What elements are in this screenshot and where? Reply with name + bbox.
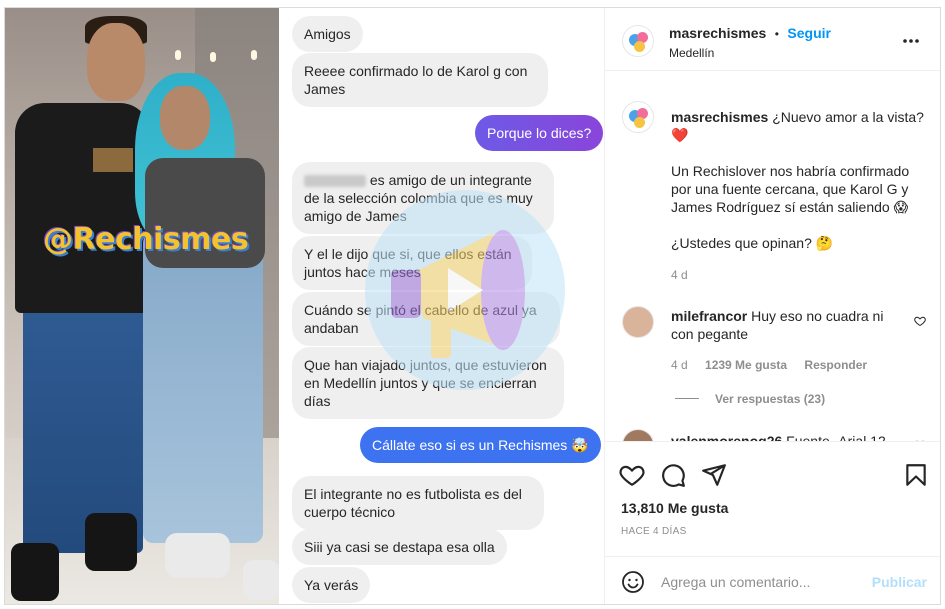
publish-button[interactable]: Publicar <box>872 574 927 590</box>
add-comment-bar: Agrega un comentario... Publicar <box>605 556 940 604</box>
post-frame: @Rechismes Amigos Reeee confirmado lo de… <box>4 7 941 605</box>
caption-line-1: masrechismes ¿Nuevo amor a la vista? ❤️ <box>671 109 924 143</box>
chat-bubble-incoming: Cuándo se pintó el cabello de azul ya an… <box>292 292 560 346</box>
chat-bubble-incoming: Ya verás <box>292 567 371 603</box>
ceiling-light <box>175 50 181 60</box>
chat-bubble-incoming: Reeee confirmado lo de Karol g con James <box>292 53 548 107</box>
chat-screenshot: Amigos Reeee confirmado lo de Karol g co… <box>279 8 604 604</box>
post-location[interactable]: Medellín <box>669 46 714 60</box>
like-heart-icon[interactable] <box>619 462 645 488</box>
chat-bubble-incoming: Siii ya casi se destapa esa olla <box>292 529 507 565</box>
ceiling-light <box>251 50 257 60</box>
post-sidebar: masrechismes • Seguir Medellín masrechis… <box>604 8 940 604</box>
shirt-logo <box>93 148 133 172</box>
follow-button[interactable]: Seguir <box>787 25 831 41</box>
woman-face <box>160 86 210 150</box>
man-shoe <box>85 513 137 571</box>
view-replies-button[interactable]: Ver respuestas (23) <box>715 392 825 406</box>
post-photo: @Rechismes <box>5 8 279 604</box>
caption-avatar[interactable] <box>622 101 654 133</box>
comment-likes[interactable]: 1239 Me gusta <box>705 358 787 372</box>
man-shirt <box>15 103 150 313</box>
comment-username[interactable]: valenmorenoq26 <box>671 433 782 441</box>
share-send-icon[interactable] <box>701 462 727 488</box>
replies-divider <box>675 398 699 399</box>
post-timestamp: HACE 4 DÍAS <box>621 526 687 537</box>
chat-bubble-outgoing: Cállate eso si es un Rechismes 🤯 <box>360 427 601 463</box>
redacted-name <box>304 175 366 188</box>
save-bookmark-icon[interactable] <box>903 462 929 488</box>
more-options-icon[interactable] <box>902 38 920 44</box>
comment-input[interactable]: Agrega un comentario... <box>661 574 810 590</box>
avatar[interactable] <box>622 25 654 57</box>
separator-dot: • <box>774 27 779 41</box>
like-comment-heart-icon[interactable] <box>914 315 926 327</box>
caption-time[interactable]: 4 d <box>671 268 688 282</box>
woman-shoe <box>165 533 230 578</box>
chat-bubble-outgoing: Porque lo dices? <box>475 115 604 151</box>
caption-line-2: Un Rechislover nos habría confirmado por… <box>671 163 910 215</box>
comments-list: masrechismes ¿Nuevo amor a la vista? ❤️ … <box>605 71 940 441</box>
emoji-icon[interactable] <box>621 570 645 594</box>
post-actions: 13,810 Me gusta HACE 4 DÍAS <box>605 441 940 556</box>
chat-bubble-incoming: El integrante no es futbolista es del cu… <box>292 476 544 530</box>
chat-bubble-incoming: Y el le dijo que si, que ellos están jun… <box>292 236 532 290</box>
chat-bubble-incoming: Amigos <box>292 16 363 52</box>
caption-line-3: ¿Ustedes que opinan? 🤔 <box>671 235 834 251</box>
comment-username[interactable]: milefrancor <box>671 308 747 324</box>
woman-overalls <box>143 233 263 543</box>
comment-text: milefrancor Huy eso no cuadra ni con peg… <box>671 308 884 342</box>
post-header: masrechismes • Seguir Medellín <box>605 8 940 71</box>
commenter-avatar[interactable] <box>622 429 654 441</box>
likes-count[interactable]: 13,810 Me gusta <box>621 500 728 516</box>
caption-username[interactable]: masrechismes <box>671 109 768 125</box>
reply-button[interactable]: Responder <box>804 358 867 372</box>
comment-text: valenmorenoq26 Fuente -Arial 12 <box>671 432 903 441</box>
chat-bubble-incoming: Que han viajado juntos, que estuvieron e… <box>292 347 564 419</box>
chat-bubble-incoming: es amigo de un integrante de la selecció… <box>292 162 554 234</box>
man-shoe <box>11 543 59 601</box>
ceiling-light <box>210 52 216 62</box>
woman-shoe <box>243 560 279 600</box>
commenter-avatar[interactable] <box>622 306 654 338</box>
comment-time[interactable]: 4 d <box>671 358 688 372</box>
post-username[interactable]: masrechismes <box>669 25 766 41</box>
comment-meta: 4 d 1239 Me gusta Responder <box>671 358 867 372</box>
rechismes-watermark: @Rechismes <box>43 222 249 257</box>
man-face <box>87 23 145 101</box>
comment-icon[interactable] <box>660 462 686 488</box>
